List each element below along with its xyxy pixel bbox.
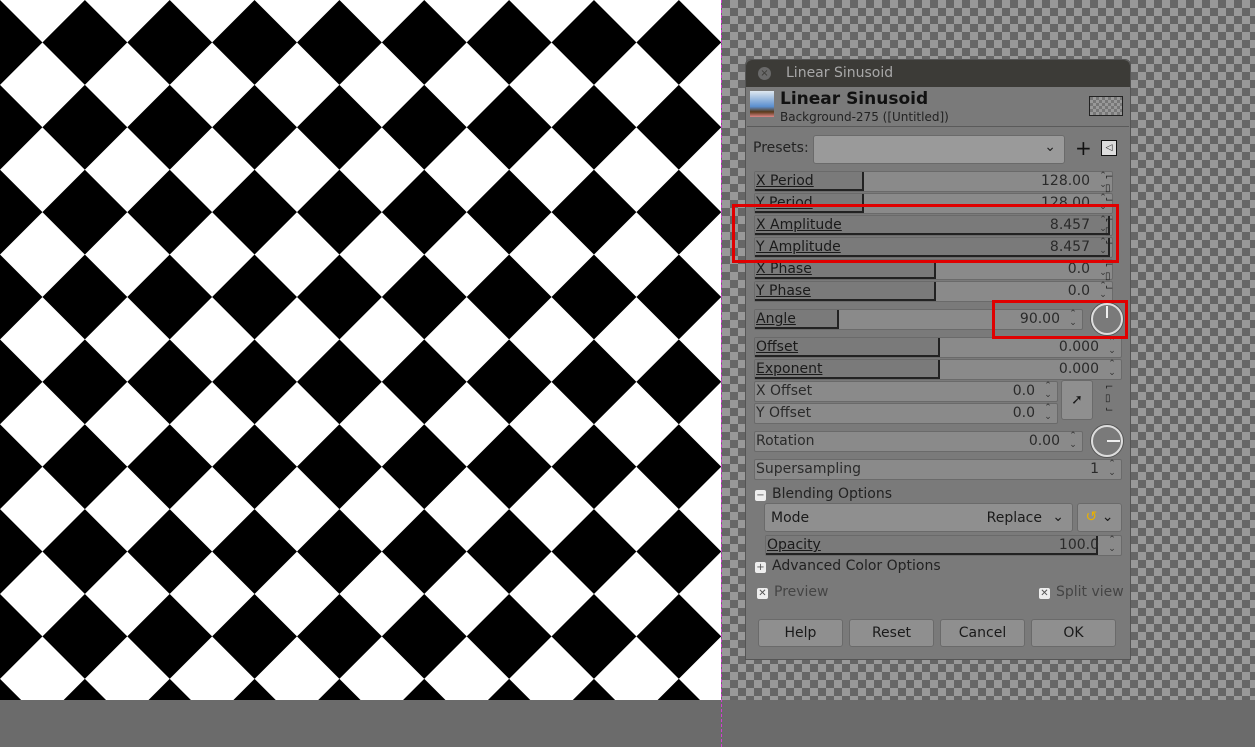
mode-dropdown[interactable]: Mode Replace ⌄ bbox=[764, 503, 1073, 532]
chevron-down-icon: ⌄ bbox=[1044, 139, 1056, 155]
chain-link-phase-icon[interactable]: ⌐ ▯ ⌙ bbox=[1105, 260, 1113, 293]
spin-arrows-icon[interactable]: ⌃ ⌄ bbox=[1106, 460, 1118, 478]
chain-link-offset-icon[interactable]: ⌐ ▯ ⌙ bbox=[1105, 382, 1113, 415]
param-x-offset[interactable]: X Offset 0.0 ⌃ ⌄ bbox=[754, 381, 1058, 402]
preview-label: Preview bbox=[774, 584, 829, 600]
param-x-period[interactable]: X Period 128.00 ⌃ ⌄ bbox=[754, 171, 1113, 192]
composite-mode-dropdown[interactable]: ↺ ⌄ bbox=[1077, 503, 1122, 532]
param-label: X Phase bbox=[756, 261, 812, 277]
param-rotation[interactable]: Rotation 0.00 ⌃ ⌄ bbox=[754, 431, 1083, 452]
checkbox-checked-icon: ✕ bbox=[757, 588, 768, 599]
spin-arrows-icon[interactable]: ⌃ ⌄ bbox=[1067, 432, 1079, 450]
checkbox-checked-icon: ✕ bbox=[1039, 588, 1050, 599]
layer-thumbnail bbox=[1089, 96, 1123, 116]
opacity-value[interactable]: 100.0 bbox=[1059, 537, 1099, 553]
param-y-phase[interactable]: Y Phase 0.0 ⌃ ⌄ bbox=[754, 281, 1113, 302]
blending-options-toggle[interactable]: − Blending Options bbox=[755, 486, 892, 502]
param-label: Offset bbox=[756, 339, 799, 355]
param-value[interactable]: 0.0 bbox=[1068, 261, 1090, 277]
spin-arrows-icon[interactable]: ⌃ ⌄ bbox=[1106, 536, 1118, 554]
param-label: X Period bbox=[756, 173, 814, 189]
split-view-label: Split view bbox=[1056, 584, 1124, 600]
blending-options-label: Blending Options bbox=[772, 486, 892, 502]
param-label: Y Phase bbox=[756, 283, 811, 299]
expand-icon: + bbox=[755, 562, 766, 573]
collapse-icon: − bbox=[755, 490, 766, 501]
cancel-button[interactable]: Cancel bbox=[940, 619, 1025, 647]
param-value[interactable]: 1 bbox=[1090, 461, 1099, 477]
checkerboard-pattern bbox=[0, 0, 721, 700]
add-preset-button[interactable]: + bbox=[1075, 136, 1092, 160]
dialog-title: Linear Sinusoid bbox=[780, 89, 929, 109]
split-view-checkbox[interactable]: ✕ Split view bbox=[1039, 584, 1124, 600]
param-value[interactable]: 0.0 bbox=[1013, 383, 1035, 399]
spin-arrows-icon[interactable]: ⌃ ⌄ bbox=[1106, 338, 1118, 356]
param-value[interactable]: 0.0 bbox=[1013, 405, 1035, 421]
spin-arrows-icon[interactable]: ⌃ ⌄ bbox=[1042, 382, 1054, 400]
param-offset[interactable]: Offset 0.000 ⌃ ⌄ bbox=[754, 337, 1122, 358]
help-button[interactable]: Help bbox=[758, 619, 843, 647]
param-value[interactable]: 0.000 bbox=[1059, 361, 1099, 377]
chevron-down-icon: ⌄ bbox=[1052, 509, 1064, 525]
highlight-amplitude bbox=[732, 204, 1119, 263]
canvas-padding bbox=[0, 700, 721, 747]
spin-arrows-icon[interactable]: ⌃ ⌄ bbox=[1042, 404, 1054, 422]
dialog-header: Linear Sinusoid Background-275 ([Untitle… bbox=[747, 88, 1129, 127]
param-y-offset[interactable]: Y Offset 0.0 ⌃ ⌄ bbox=[754, 403, 1058, 424]
spin-arrows-icon[interactable]: ⌃ ⌄ bbox=[1106, 360, 1118, 378]
reset-mode-icon: ↺ bbox=[1085, 509, 1098, 525]
ok-button[interactable]: OK bbox=[1031, 619, 1116, 647]
opacity-slider[interactable]: Opacity 100.0 ⌃ ⌄ bbox=[765, 535, 1122, 556]
advanced-color-label: Advanced Color Options bbox=[772, 558, 941, 574]
chain-link-period-icon[interactable]: ⌐ ▯ ⌙ bbox=[1105, 172, 1113, 205]
rotation-dial[interactable] bbox=[1091, 425, 1123, 457]
param-value[interactable]: 0.0 bbox=[1068, 283, 1090, 299]
canvas-boundary-guide bbox=[721, 0, 722, 747]
mode-label: Mode bbox=[771, 510, 810, 526]
window-title: Linear Sinusoid bbox=[786, 65, 894, 81]
advanced-color-toggle[interactable]: + Advanced Color Options bbox=[755, 558, 941, 574]
param-label: Angle bbox=[756, 311, 796, 327]
param-label: Supersampling bbox=[756, 461, 861, 477]
linear-sinusoid-dialog: × Linear Sinusoid Linear Sinusoid Backgr… bbox=[745, 59, 1131, 660]
close-icon[interactable]: × bbox=[758, 67, 771, 80]
mode-value: Replace bbox=[986, 510, 1042, 526]
presets-menu-button[interactable]: ◁ bbox=[1101, 140, 1117, 156]
param-exponent[interactable]: Exponent 0.000 ⌃ ⌄ bbox=[754, 359, 1122, 380]
param-value[interactable]: 0.00 bbox=[1029, 433, 1060, 449]
presets-label: Presets: bbox=[753, 140, 809, 156]
pick-center-button[interactable]: ➚ bbox=[1061, 380, 1093, 420]
presets-dropdown[interactable]: ⌄ bbox=[813, 135, 1065, 164]
param-label: Exponent bbox=[756, 361, 823, 377]
param-label: X Offset bbox=[756, 383, 813, 399]
preview-checkbox[interactable]: ✕ Preview bbox=[757, 584, 829, 600]
param-supersampling[interactable]: Supersampling 1 ⌃ ⌄ bbox=[754, 459, 1122, 480]
title-bar: × Linear Sinusoid bbox=[746, 60, 1130, 87]
param-label: Y Offset bbox=[756, 405, 812, 421]
dialog-subtitle: Background-275 ([Untitled]) bbox=[780, 110, 949, 124]
param-value[interactable]: 128.00 bbox=[1041, 173, 1090, 189]
pointer-icon: ➚ bbox=[1071, 392, 1083, 408]
image-canvas[interactable] bbox=[0, 0, 721, 700]
highlight-angle bbox=[992, 300, 1128, 339]
param-value[interactable]: 0.000 bbox=[1059, 339, 1099, 355]
opacity-label: Opacity bbox=[767, 537, 821, 553]
param-label: Rotation bbox=[756, 433, 815, 449]
filter-icon bbox=[750, 91, 774, 117]
reset-button[interactable]: Reset bbox=[849, 619, 934, 647]
